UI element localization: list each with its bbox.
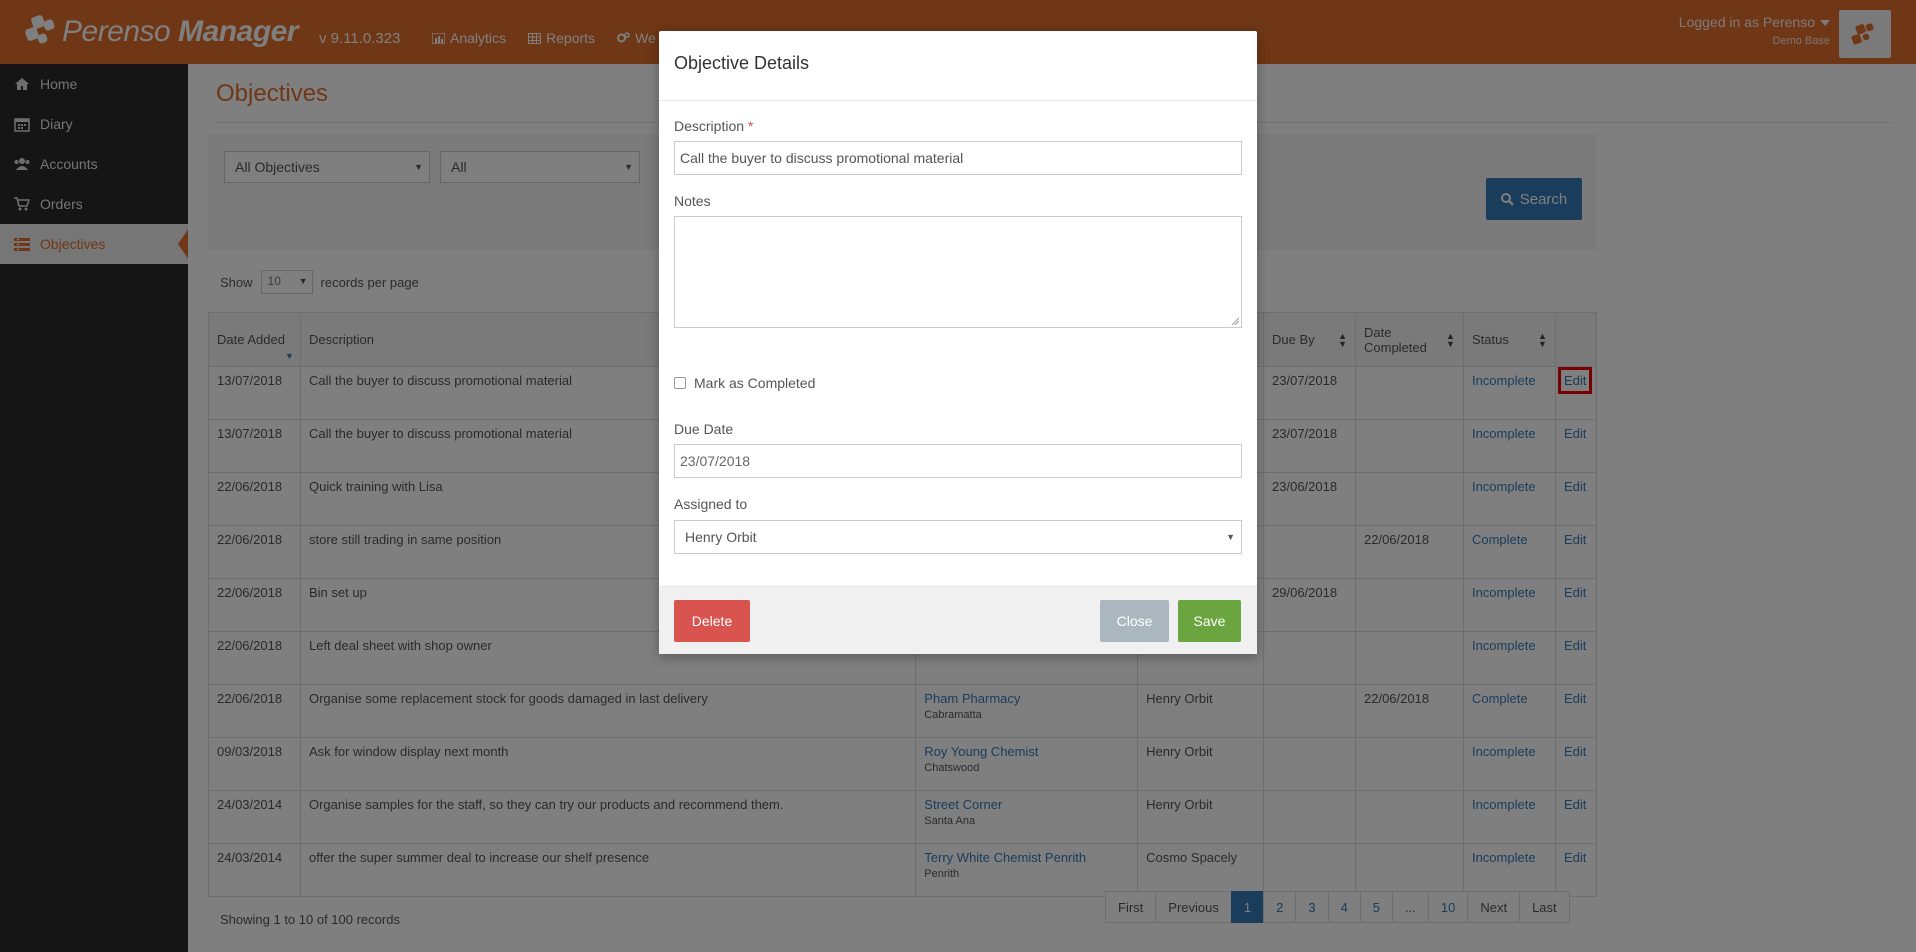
objective-details-modal: Objective Details Description * Call the…: [659, 31, 1257, 654]
description-value: Call the buyer to discuss promotional ma…: [680, 150, 964, 166]
mark-completed-label: Mark as Completed: [694, 375, 816, 391]
assigned-to-value: Henry Orbit: [685, 529, 757, 545]
mark-completed-row: Mark as Completed: [674, 375, 815, 391]
assigned-to-label: Assigned to: [674, 496, 748, 512]
resize-handle-icon[interactable]: [1231, 317, 1239, 325]
close-button[interactable]: Close: [1100, 600, 1169, 642]
due-date-label: Due Date: [674, 421, 734, 437]
due-date-value: 23/07/2018: [680, 453, 751, 469]
required-marker: *: [747, 118, 754, 134]
mark-completed-checkbox[interactable]: [674, 377, 686, 389]
chevron-down-icon: ▼: [1226, 532, 1235, 542]
due-date-field[interactable]: 23/07/2018: [674, 444, 1242, 478]
description-label: Description *: [674, 118, 754, 134]
modal-footer: Delete Close Save: [659, 586, 1257, 654]
notes-label: Notes: [674, 193, 711, 209]
assigned-to-select[interactable]: Henry Orbit ▼: [674, 520, 1242, 554]
save-button[interactable]: Save: [1178, 600, 1241, 642]
description-input[interactable]: Call the buyer to discuss promotional ma…: [674, 141, 1242, 175]
delete-button[interactable]: Delete: [674, 600, 750, 642]
notes-textarea[interactable]: [674, 216, 1242, 328]
modal-title: Objective Details: [674, 53, 810, 73]
modal-divider: [659, 100, 1257, 101]
